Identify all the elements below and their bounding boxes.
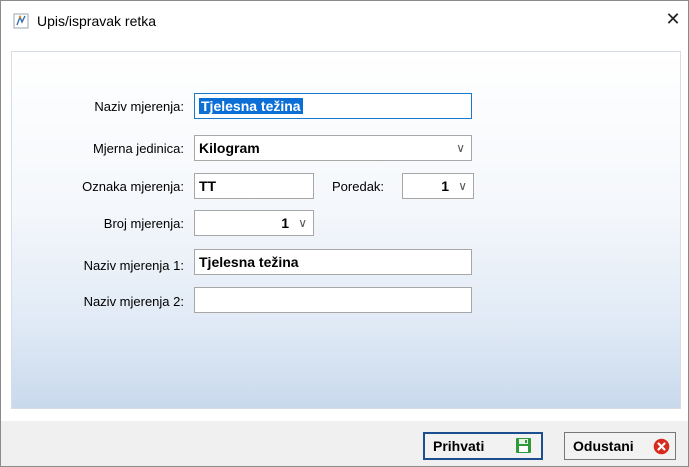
naziv-mjerenja-1-input[interactable]: Tjelesna težina [194, 249, 472, 275]
naziv-mjerenja-input[interactable]: Tjelesna težina [194, 93, 472, 119]
oznaka-mjerenja-label: Oznaka mjerenja: [82, 179, 184, 194]
title-bar[interactable]: Upis/ispravak retka ✕ [1, 1, 688, 41]
dialog-window: Upis/ispravak retka ✕ Naziv mjerenja: Tj… [0, 0, 689, 467]
mjerna-jedinica-select[interactable]: Kilogram ∨ [194, 135, 472, 161]
cancel-x-icon [653, 438, 670, 455]
broj-mjerenja-select[interactable]: 1 ∨ [194, 210, 314, 236]
form-panel: Naziv mjerenja: Tjelesna težina Mjerna j… [11, 51, 681, 409]
chevron-down-icon[interactable]: ∨ [298, 211, 307, 235]
mjerna-jedinica-value: Kilogram [199, 140, 260, 156]
floppy-disk-icon [516, 438, 531, 453]
poredak-select[interactable]: 1 ∨ [402, 173, 474, 199]
oznaka-mjerenja-input[interactable]: TT [194, 173, 314, 199]
cancel-button[interactable]: Odustani [564, 432, 676, 460]
accept-label: Prihvati [433, 438, 485, 454]
cancel-label: Odustani [573, 438, 634, 454]
naziv-mjerenja-2-label: Naziv mjerenja 2: [83, 294, 184, 309]
button-bar: Prihvati Odustani [1, 421, 688, 466]
naziv-mjerenja-1-label: Naziv mjerenja 1: [83, 258, 184, 273]
close-icon[interactable]: ✕ [663, 9, 683, 29]
naziv-mjerenja-2-input[interactable] [194, 287, 472, 313]
poredak-label: Poredak: [332, 179, 385, 194]
chevron-down-icon[interactable]: ∨ [456, 136, 465, 160]
broj-mjerenja-value: 1 [281, 215, 289, 231]
mjerna-jedinica-label: Mjerna jedinica: [92, 141, 184, 156]
naziv-mjerenja-value: Tjelesna težina [199, 98, 303, 114]
window-title: Upis/ispravak retka [37, 13, 157, 29]
measurement-icon [13, 13, 29, 29]
broj-mjerenja-label: Broj mjerenja: [103, 216, 184, 231]
chevron-down-icon[interactable]: ∨ [458, 174, 467, 198]
oznaka-mjerenja-value: TT [199, 178, 217, 194]
naziv-mjerenja-label: Naziv mjerenja: [94, 99, 184, 114]
poredak-value: 1 [441, 178, 449, 194]
naziv-mjerenja-1-value: Tjelesna težina [199, 254, 299, 270]
accept-button[interactable]: Prihvati [423, 432, 543, 460]
